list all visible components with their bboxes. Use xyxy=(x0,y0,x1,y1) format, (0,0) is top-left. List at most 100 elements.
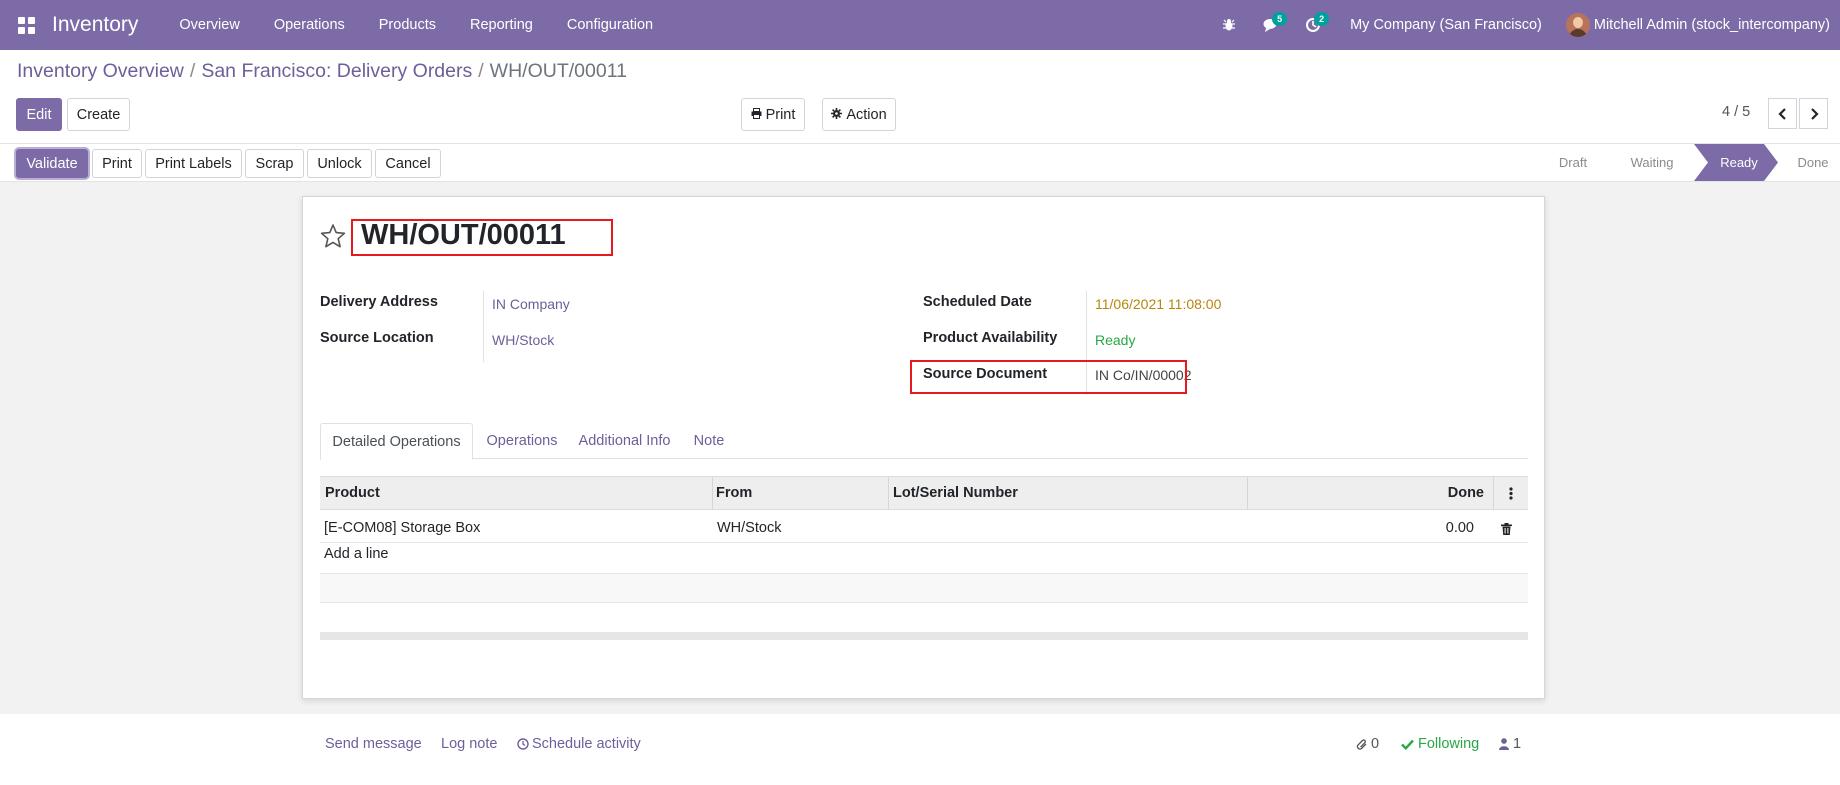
validate-button[interactable]: Validate xyxy=(16,149,88,178)
print-button[interactable]: Print xyxy=(92,149,142,178)
cancel-button[interactable]: Cancel xyxy=(375,149,441,178)
form-sheet: WH/OUT/00011 Delivery Address IN Company… xyxy=(302,196,1545,699)
status-bar: Validate Print Print Labels Scrap Unlock… xyxy=(0,143,1840,182)
menu-item-configuration[interactable]: Configuration xyxy=(550,0,670,50)
main-menu: Overview Operations Products Reporting C… xyxy=(162,0,670,50)
user-icon xyxy=(1499,738,1509,750)
followers-count: 1 xyxy=(1513,736,1522,752)
apps-grid-icon[interactable] xyxy=(0,0,52,50)
star-icon[interactable] xyxy=(320,223,346,249)
column-header-product[interactable]: Product xyxy=(325,477,380,509)
product-availability-value: Ready xyxy=(1095,332,1136,348)
navbar-systray: 5 2 My Company (San Francisco) Mitchell … xyxy=(1208,0,1840,50)
attachments-count: 0 xyxy=(1371,736,1380,752)
chevron-left-icon xyxy=(1777,107,1786,120)
stage-waiting[interactable]: Waiting xyxy=(1610,144,1694,181)
scheduled-date-value[interactable]: 11/06/2021 11:08:00 xyxy=(1095,296,1221,312)
pager-previous-button[interactable] xyxy=(1768,98,1797,129)
tab-additional-info[interactable]: Additional Info xyxy=(570,423,679,459)
pager-value[interactable]: 4 / 5 xyxy=(1722,104,1750,120)
scheduled-date-label: Scheduled Date xyxy=(923,294,1032,310)
paperclip-icon xyxy=(1356,738,1368,751)
log-note-button[interactable]: Log note xyxy=(441,736,497,752)
print-labels-button[interactable]: Print Labels xyxy=(145,149,242,178)
schedule-activity-button[interactable]: Schedule activity xyxy=(517,736,641,752)
product-availability-label: Product Availability xyxy=(923,330,1058,346)
breadcrumb-separator: / xyxy=(189,60,196,82)
avatar xyxy=(1565,13,1590,37)
edit-button[interactable]: Edit xyxy=(16,98,62,131)
source-location-label: Source Location xyxy=(320,330,434,346)
stage-draft[interactable]: Draft xyxy=(1536,144,1610,181)
action-dropdown-label: Action xyxy=(846,106,887,123)
app-title[interactable]: Inventory xyxy=(52,13,138,37)
check-icon xyxy=(1401,739,1414,750)
source-document-highlight-box xyxy=(910,360,1187,394)
delivery-address-label: Delivery Address xyxy=(320,294,438,310)
menu-item-overview[interactable]: Overview xyxy=(162,0,256,50)
stage-ready[interactable]: Ready xyxy=(1694,144,1778,181)
clock-icon xyxy=(517,738,529,750)
unlock-button[interactable]: Unlock xyxy=(307,149,372,178)
table-header: Product From Lot/Serial Number Done xyxy=(320,476,1528,510)
user-menu[interactable]: Mitchell Admin (stock_intercompany) xyxy=(1565,13,1840,37)
activities-count-badge: 2 xyxy=(1314,12,1330,26)
action-dropdown-button[interactable]: Action xyxy=(822,98,896,131)
scrap-button[interactable]: Scrap xyxy=(245,149,304,178)
delivery-address-value[interactable]: IN Company xyxy=(492,296,570,312)
empty-table-row xyxy=(320,573,1528,603)
column-separator xyxy=(1247,477,1248,509)
column-options-icon[interactable] xyxy=(1509,487,1513,503)
chevron-right-icon xyxy=(1810,107,1819,120)
notebook-tabs: Detailed Operations Operations Additiona… xyxy=(320,423,1528,460)
tab-operations[interactable]: Operations xyxy=(475,423,569,459)
horizontal-scrollbar[interactable] xyxy=(320,632,1528,640)
row-from: WH/Stock xyxy=(717,520,782,536)
stage-done[interactable]: Done xyxy=(1778,144,1840,181)
row-divider xyxy=(320,542,1528,543)
menu-item-reporting[interactable]: Reporting xyxy=(453,0,550,50)
following-button[interactable]: Following xyxy=(1401,736,1479,752)
top-navbar: Inventory Overview Operations Products R… xyxy=(0,0,1840,50)
menu-item-operations[interactable]: Operations xyxy=(257,0,362,50)
tab-note[interactable]: Note xyxy=(681,423,737,459)
column-header-done[interactable]: Done xyxy=(1448,477,1484,509)
followers-button[interactable]: 1 xyxy=(1499,736,1521,752)
column-header-lot-serial[interactable]: Lot/Serial Number xyxy=(893,477,1018,509)
column-separator xyxy=(712,477,713,509)
trash-icon[interactable] xyxy=(1501,522,1512,538)
column-separator xyxy=(1493,477,1494,509)
clock-icon[interactable]: 2 xyxy=(1292,0,1334,50)
stage-progress-bar: Draft Waiting Ready Done xyxy=(1536,144,1840,181)
schedule-activity-label: Schedule activity xyxy=(532,736,641,752)
printer-icon xyxy=(751,107,762,122)
breadcrumb-delivery-orders[interactable]: San Francisco: Delivery Orders xyxy=(201,60,472,83)
breadcrumb-current: WH/OUT/00011 xyxy=(489,60,627,82)
title-highlight-box xyxy=(351,219,613,256)
source-location-value[interactable]: WH/Stock xyxy=(492,332,554,348)
following-label: Following xyxy=(1418,736,1480,752)
user-name: Mitchell Admin (stock_intercompany) xyxy=(1593,17,1830,33)
company-switcher[interactable]: My Company (San Francisco) xyxy=(1334,17,1566,33)
menu-item-products[interactable]: Products xyxy=(362,0,453,50)
bug-icon[interactable] xyxy=(1208,0,1250,50)
column-header-from[interactable]: From xyxy=(716,477,752,509)
row-product: [E-COM08] Storage Box xyxy=(324,520,481,536)
attachments-button[interactable]: 0 xyxy=(1356,736,1379,752)
create-button[interactable]: Create xyxy=(67,98,130,131)
add-line-link[interactable]: Add a line xyxy=(324,546,389,562)
column-separator xyxy=(888,477,889,509)
tab-detailed-operations[interactable]: Detailed Operations xyxy=(320,423,473,460)
pager-next-button[interactable] xyxy=(1799,98,1828,129)
row-done: 0.00 xyxy=(1445,520,1474,536)
chat-icon[interactable]: 5 xyxy=(1250,0,1292,50)
send-message-button[interactable]: Send message xyxy=(325,736,422,752)
breadcrumb-inventory-overview[interactable]: Inventory Overview xyxy=(17,60,184,83)
breadcrumb-separator: / xyxy=(478,60,484,82)
print-dropdown-button[interactable]: Print xyxy=(741,98,805,131)
print-dropdown-label: Print xyxy=(765,106,796,123)
messages-count-badge: 5 xyxy=(1272,12,1288,26)
field-separator xyxy=(483,291,484,362)
gear-icon xyxy=(831,107,843,122)
breadcrumb: Inventory Overview / San Francisco: Deli… xyxy=(17,60,627,83)
